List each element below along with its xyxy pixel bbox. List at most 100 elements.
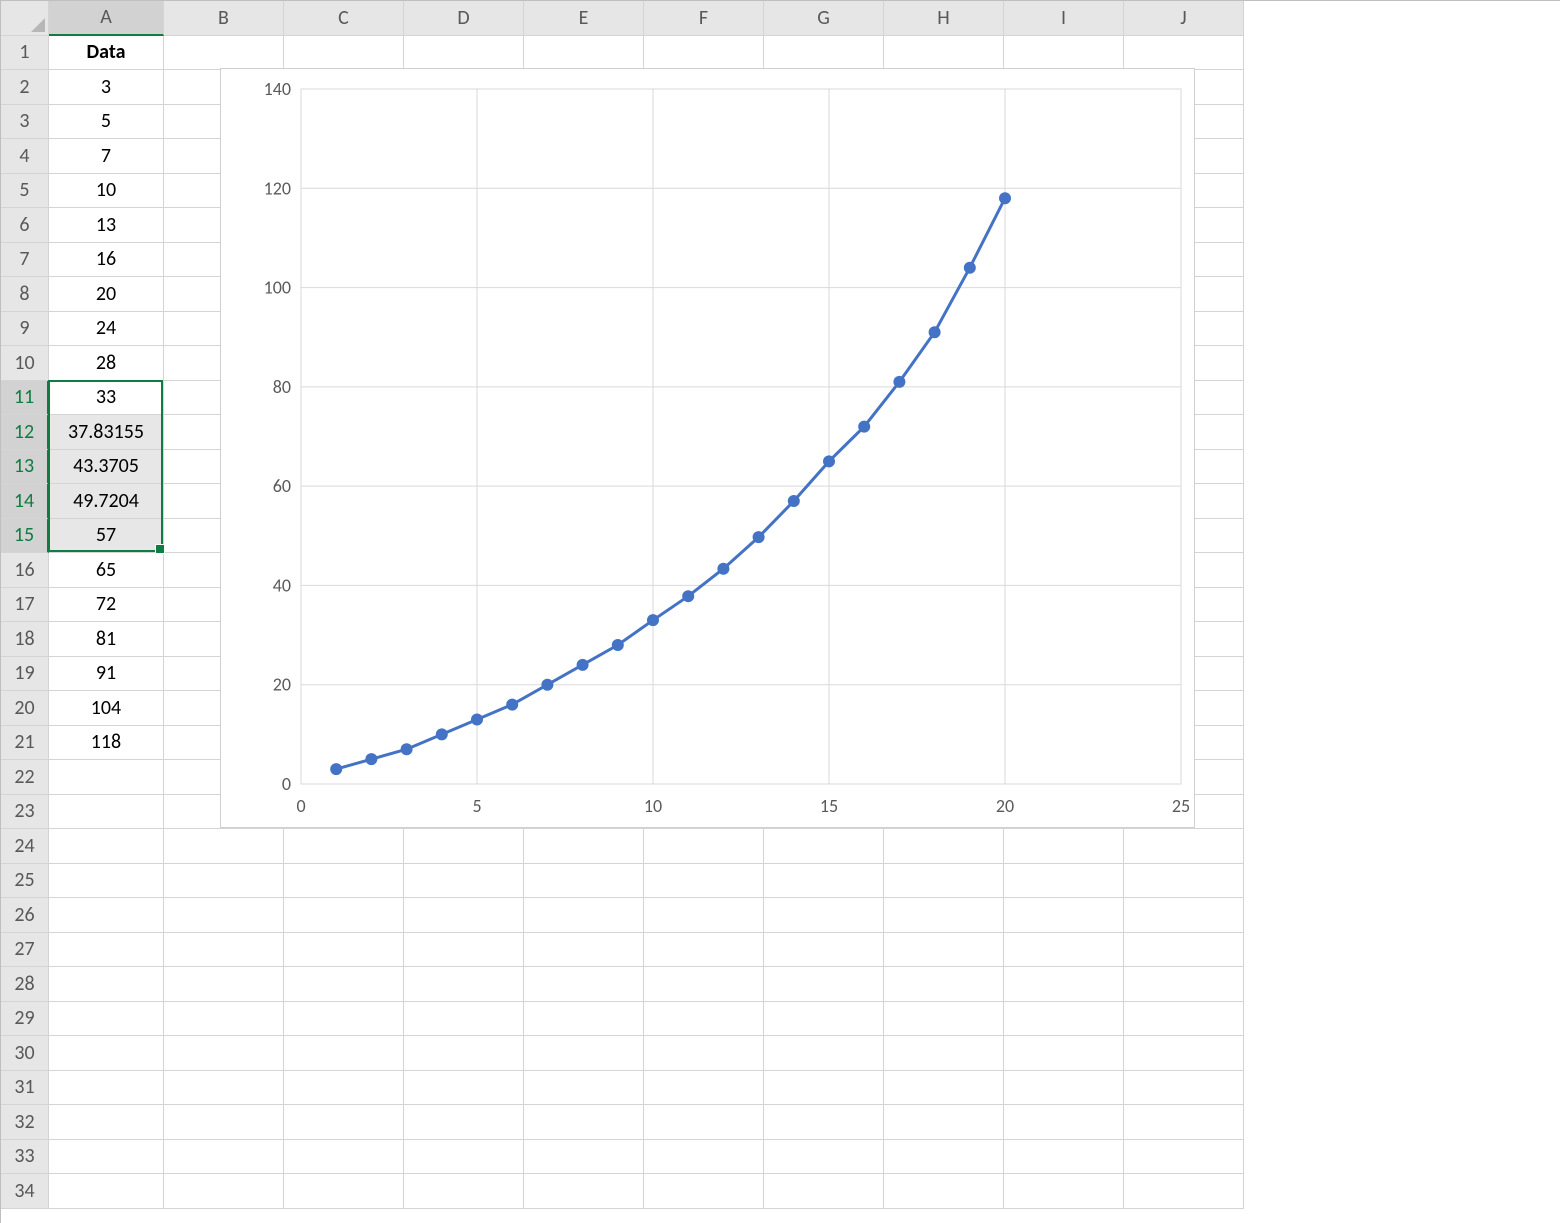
cell-B31[interactable] [164,1071,284,1106]
chart-data-point[interactable] [436,728,448,740]
row-header-29[interactable]: 29 [1,1002,49,1037]
cell-A22[interactable] [49,760,164,795]
cell-J29[interactable] [1124,1002,1244,1037]
column-header-I[interactable]: I [1004,1,1124,36]
cell-J32[interactable] [1124,1105,1244,1140]
row-header-18[interactable]: 18 [1,622,49,657]
cell-F33[interactable] [644,1140,764,1175]
cell-D25[interactable] [404,864,524,899]
chart-data-point[interactable] [541,679,553,691]
column-header-B[interactable]: B [164,1,284,36]
row-header-11[interactable]: 11 [1,381,49,416]
cell-G31[interactable] [764,1071,884,1106]
cell-H24[interactable] [884,829,1004,864]
cell-A33[interactable] [49,1140,164,1175]
row-header-28[interactable]: 28 [1,967,49,1002]
cell-G24[interactable] [764,829,884,864]
cell-C33[interactable] [284,1140,404,1175]
row-header-34[interactable]: 34 [1,1174,49,1209]
chart-series-line[interactable] [336,198,1005,769]
cell-C32[interactable] [284,1105,404,1140]
cell-I31[interactable] [1004,1071,1124,1106]
cell-A12[interactable]: 37.83155 [49,415,164,450]
cell-A5[interactable]: 10 [49,174,164,209]
cell-G25[interactable] [764,864,884,899]
cell-F28[interactable] [644,967,764,1002]
column-header-A[interactable]: A [49,1,164,36]
cell-C30[interactable] [284,1036,404,1071]
chart-data-point[interactable] [753,531,765,543]
cell-C28[interactable] [284,967,404,1002]
cell-G32[interactable] [764,1105,884,1140]
cell-A2[interactable]: 3 [49,70,164,105]
cell-F31[interactable] [644,1071,764,1106]
cell-A17[interactable]: 72 [49,588,164,623]
cell-G28[interactable] [764,967,884,1002]
row-header-33[interactable]: 33 [1,1140,49,1175]
row-header-5[interactable]: 5 [1,174,49,209]
cell-C26[interactable] [284,898,404,933]
cell-D24[interactable] [404,829,524,864]
cell-A30[interactable] [49,1036,164,1071]
cell-I32[interactable] [1004,1105,1124,1140]
chart-data-point[interactable] [893,376,905,388]
cell-A13[interactable]: 43.3705 [49,450,164,485]
row-header-16[interactable]: 16 [1,553,49,588]
cell-I30[interactable] [1004,1036,1124,1071]
cell-A16[interactable]: 65 [49,553,164,588]
cell-A14[interactable]: 49.7204 [49,484,164,519]
row-header-32[interactable]: 32 [1,1105,49,1140]
select-all-corner[interactable] [1,1,49,36]
row-header-4[interactable]: 4 [1,139,49,174]
cell-G33[interactable] [764,1140,884,1175]
cell-A4[interactable]: 7 [49,139,164,174]
row-header-12[interactable]: 12 [1,415,49,450]
cell-E25[interactable] [524,864,644,899]
cell-A28[interactable] [49,967,164,1002]
row-header-13[interactable]: 13 [1,450,49,485]
cell-J28[interactable] [1124,967,1244,1002]
cell-B34[interactable] [164,1174,284,1209]
cell-I25[interactable] [1004,864,1124,899]
row-header-21[interactable]: 21 [1,726,49,761]
cell-F30[interactable] [644,1036,764,1071]
cell-A29[interactable] [49,1002,164,1037]
cell-A19[interactable]: 91 [49,657,164,692]
cell-C1[interactable] [284,36,404,71]
row-header-17[interactable]: 17 [1,588,49,623]
row-header-3[interactable]: 3 [1,105,49,140]
column-header-C[interactable]: C [284,1,404,36]
cell-C34[interactable] [284,1174,404,1209]
row-header-24[interactable]: 24 [1,829,49,864]
cell-H33[interactable] [884,1140,1004,1175]
cell-D33[interactable] [404,1140,524,1175]
cell-A18[interactable]: 81 [49,622,164,657]
chart-data-point[interactable] [577,659,589,671]
chart-data-point[interactable] [858,421,870,433]
column-header-H[interactable]: H [884,1,1004,36]
cell-A6[interactable]: 13 [49,208,164,243]
cell-A26[interactable] [49,898,164,933]
cell-J31[interactable] [1124,1071,1244,1106]
cell-J33[interactable] [1124,1140,1244,1175]
cell-J30[interactable] [1124,1036,1244,1071]
row-header-31[interactable]: 31 [1,1071,49,1106]
cell-D27[interactable] [404,933,524,968]
cell-E28[interactable] [524,967,644,1002]
cell-J24[interactable] [1124,829,1244,864]
cell-H26[interactable] [884,898,1004,933]
cell-G29[interactable] [764,1002,884,1037]
cell-G27[interactable] [764,933,884,968]
cell-C27[interactable] [284,933,404,968]
chart-data-point[interactable] [506,699,518,711]
cell-E33[interactable] [524,1140,644,1175]
cell-E27[interactable] [524,933,644,968]
column-header-J[interactable]: J [1124,1,1244,36]
cell-E30[interactable] [524,1036,644,1071]
cell-A34[interactable] [49,1174,164,1209]
cell-D28[interactable] [404,967,524,1002]
cell-D30[interactable] [404,1036,524,1071]
row-header-23[interactable]: 23 [1,795,49,830]
cell-F26[interactable] [644,898,764,933]
cell-E34[interactable] [524,1174,644,1209]
